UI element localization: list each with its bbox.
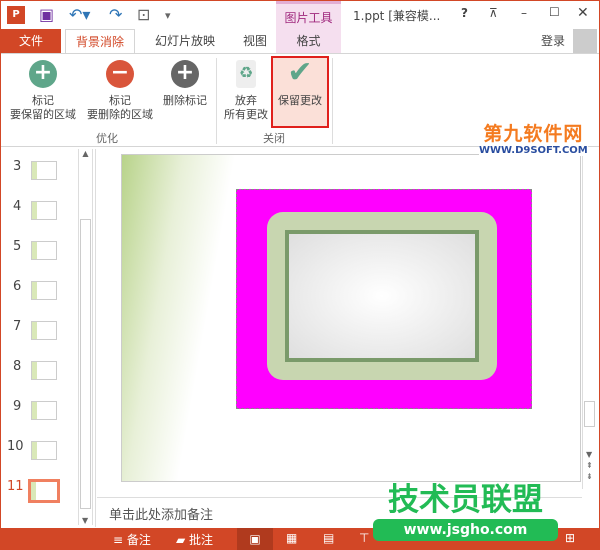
group-label-close: 关闭 xyxy=(263,132,285,145)
slideshow-icon[interactable]: ⊡ xyxy=(137,5,150,24)
watermark-jsgho: 技术员联盟 www.jsgho.com xyxy=(373,481,558,541)
scroll-up-icon[interactable]: ▲ xyxy=(79,149,92,158)
scrollbar-thumb[interactable] xyxy=(584,401,595,427)
group-divider xyxy=(332,58,333,144)
mark-remove-button[interactable]: − 标记 要删除的区域 xyxy=(83,58,157,122)
slide-number: 10 xyxy=(7,439,24,454)
tab-file[interactable]: 文件 xyxy=(1,29,61,53)
button-label: 要保留的区域 xyxy=(10,108,76,121)
keep-changes-button[interactable]: ✔ 保留更改 xyxy=(271,56,329,128)
thumbnail-scrollbar[interactable]: ▲ ▼ xyxy=(78,149,93,525)
scrollbar-thumb[interactable] xyxy=(80,219,91,509)
slide-number: 4 xyxy=(13,199,22,214)
slide-number: 3 xyxy=(13,159,22,174)
save-icon[interactable]: ▣ xyxy=(39,5,54,24)
slide-editor: ▼ ⇞ ⇟ xyxy=(97,149,599,494)
delete-mark-button[interactable]: + 删除标记 xyxy=(159,58,211,108)
context-tab-label: 图片工具 xyxy=(276,1,341,29)
undo-icon[interactable]: ↶▾ xyxy=(69,5,90,24)
slide-thumbnail[interactable] xyxy=(31,201,57,220)
comments-button[interactable]: ▰ 批注 xyxy=(176,531,213,548)
help-button[interactable]: ? xyxy=(461,6,468,20)
checkmark-icon: ✔ xyxy=(287,55,313,90)
reading-view-icon[interactable]: ▤ xyxy=(323,531,334,545)
window-title: 1.ppt [兼容模... xyxy=(353,9,441,23)
slide-number: 8 xyxy=(13,359,22,374)
slide-number: 11 xyxy=(7,479,24,494)
slide-thumbnail[interactable] xyxy=(31,401,57,420)
slide-thumbnail[interactable] xyxy=(31,321,57,340)
powerpoint-icon: P xyxy=(7,6,25,24)
watermark-text: 第九软件网 xyxy=(483,123,584,145)
watermark-url: WWW.D9SOFT.COM xyxy=(479,145,588,156)
button-label: 标记 xyxy=(109,94,131,107)
slide-number: 9 xyxy=(13,399,22,414)
customize-icon[interactable]: ▾ xyxy=(165,9,171,22)
button-label: 保留更改 xyxy=(278,94,322,107)
recycle-bin-icon: ♻ xyxy=(236,60,256,88)
slide-canvas[interactable] xyxy=(121,154,581,482)
tab-background-removal[interactable]: 背景消除 xyxy=(65,29,136,54)
fit-to-window-icon[interactable]: ⊞ xyxy=(565,531,575,545)
slideshow-view-icon[interactable]: ⊤ xyxy=(359,531,369,545)
tab-slideshow[interactable]: 幻灯片放映 xyxy=(145,29,225,53)
comments-label: 批注 xyxy=(189,533,214,547)
editor-scrollbar[interactable]: ▼ ⇞ ⇟ xyxy=(582,149,597,489)
slide-thumbnail-selected[interactable] xyxy=(28,479,60,503)
ribbon-display-icon[interactable]: ⊼ xyxy=(489,6,498,20)
tab-view[interactable]: 视图 xyxy=(233,29,277,53)
plus-pencil-icon: + xyxy=(29,60,57,88)
minus-pencil-icon: − xyxy=(106,60,134,88)
watermark-url: www.jsgho.com xyxy=(373,519,558,541)
title-bar: P ▣ ↶▾ ↷ ⊡ ▾ 图片工具 1.ppt [兼容模... ? ⊼ – ☐ … xyxy=(1,1,599,29)
button-label: 所有更改 xyxy=(224,108,268,121)
button-label: 放弃 xyxy=(235,94,257,107)
normal-view-icon[interactable]: ▣ xyxy=(237,528,273,550)
group-divider xyxy=(216,58,217,144)
close-icon[interactable]: ✕ xyxy=(577,5,589,21)
tab-format[interactable]: 格式 xyxy=(276,29,341,53)
slide-thumbnail[interactable] xyxy=(31,281,57,300)
slide-thumbnail[interactable] xyxy=(31,361,57,380)
page-nav-icon[interactable]: ▼ ⇞ ⇟ xyxy=(586,449,593,482)
signin-link[interactable]: 登录 xyxy=(531,29,575,53)
slide-thumbnail[interactable] xyxy=(31,161,57,180)
minimize-icon[interactable]: – xyxy=(521,6,527,20)
button-label: 删除标记 xyxy=(163,94,207,107)
avatar[interactable] xyxy=(573,29,597,53)
mark-keep-button[interactable]: + 标记 要保留的区域 xyxy=(5,58,81,122)
flower-frame xyxy=(267,212,497,380)
redo-icon[interactable]: ↷ xyxy=(109,5,122,24)
scroll-down-icon[interactable]: ▼ xyxy=(82,516,88,525)
slide-number: 7 xyxy=(13,319,22,334)
notes-button[interactable]: ≡ 备注 xyxy=(113,531,151,548)
slide-thumbnail[interactable] xyxy=(31,441,57,460)
slide-number: 5 xyxy=(13,239,22,254)
button-label: 标记 xyxy=(32,94,54,107)
delete-mark-icon: + xyxy=(171,60,199,88)
slide-thumbnail[interactable] xyxy=(31,241,57,260)
discard-changes-button[interactable]: ♻ 放弃 所有更改 xyxy=(219,58,273,122)
group-label-refine: 优化 xyxy=(96,132,118,145)
slide-number: 6 xyxy=(13,279,22,294)
picture[interactable] xyxy=(236,189,532,409)
maximize-icon[interactable]: ☐ xyxy=(549,5,560,19)
ribbon-tabs: 文件 背景消除 幻灯片放映 视图 格式 登录 xyxy=(1,29,599,54)
notes-label: 备注 xyxy=(126,533,151,547)
slide-thumbnail-pane: 3 4 5 6 7 8 9 10 11 ▲ ▼ xyxy=(1,149,96,527)
slide-sorter-icon[interactable]: ▦ xyxy=(286,531,297,545)
watermark-text: 技术员联盟 xyxy=(388,482,543,518)
button-label: 要删除的区域 xyxy=(87,108,153,121)
watermark-d9soft: 第九软件网 WWW.D9SOFT.COM xyxy=(479,123,588,156)
